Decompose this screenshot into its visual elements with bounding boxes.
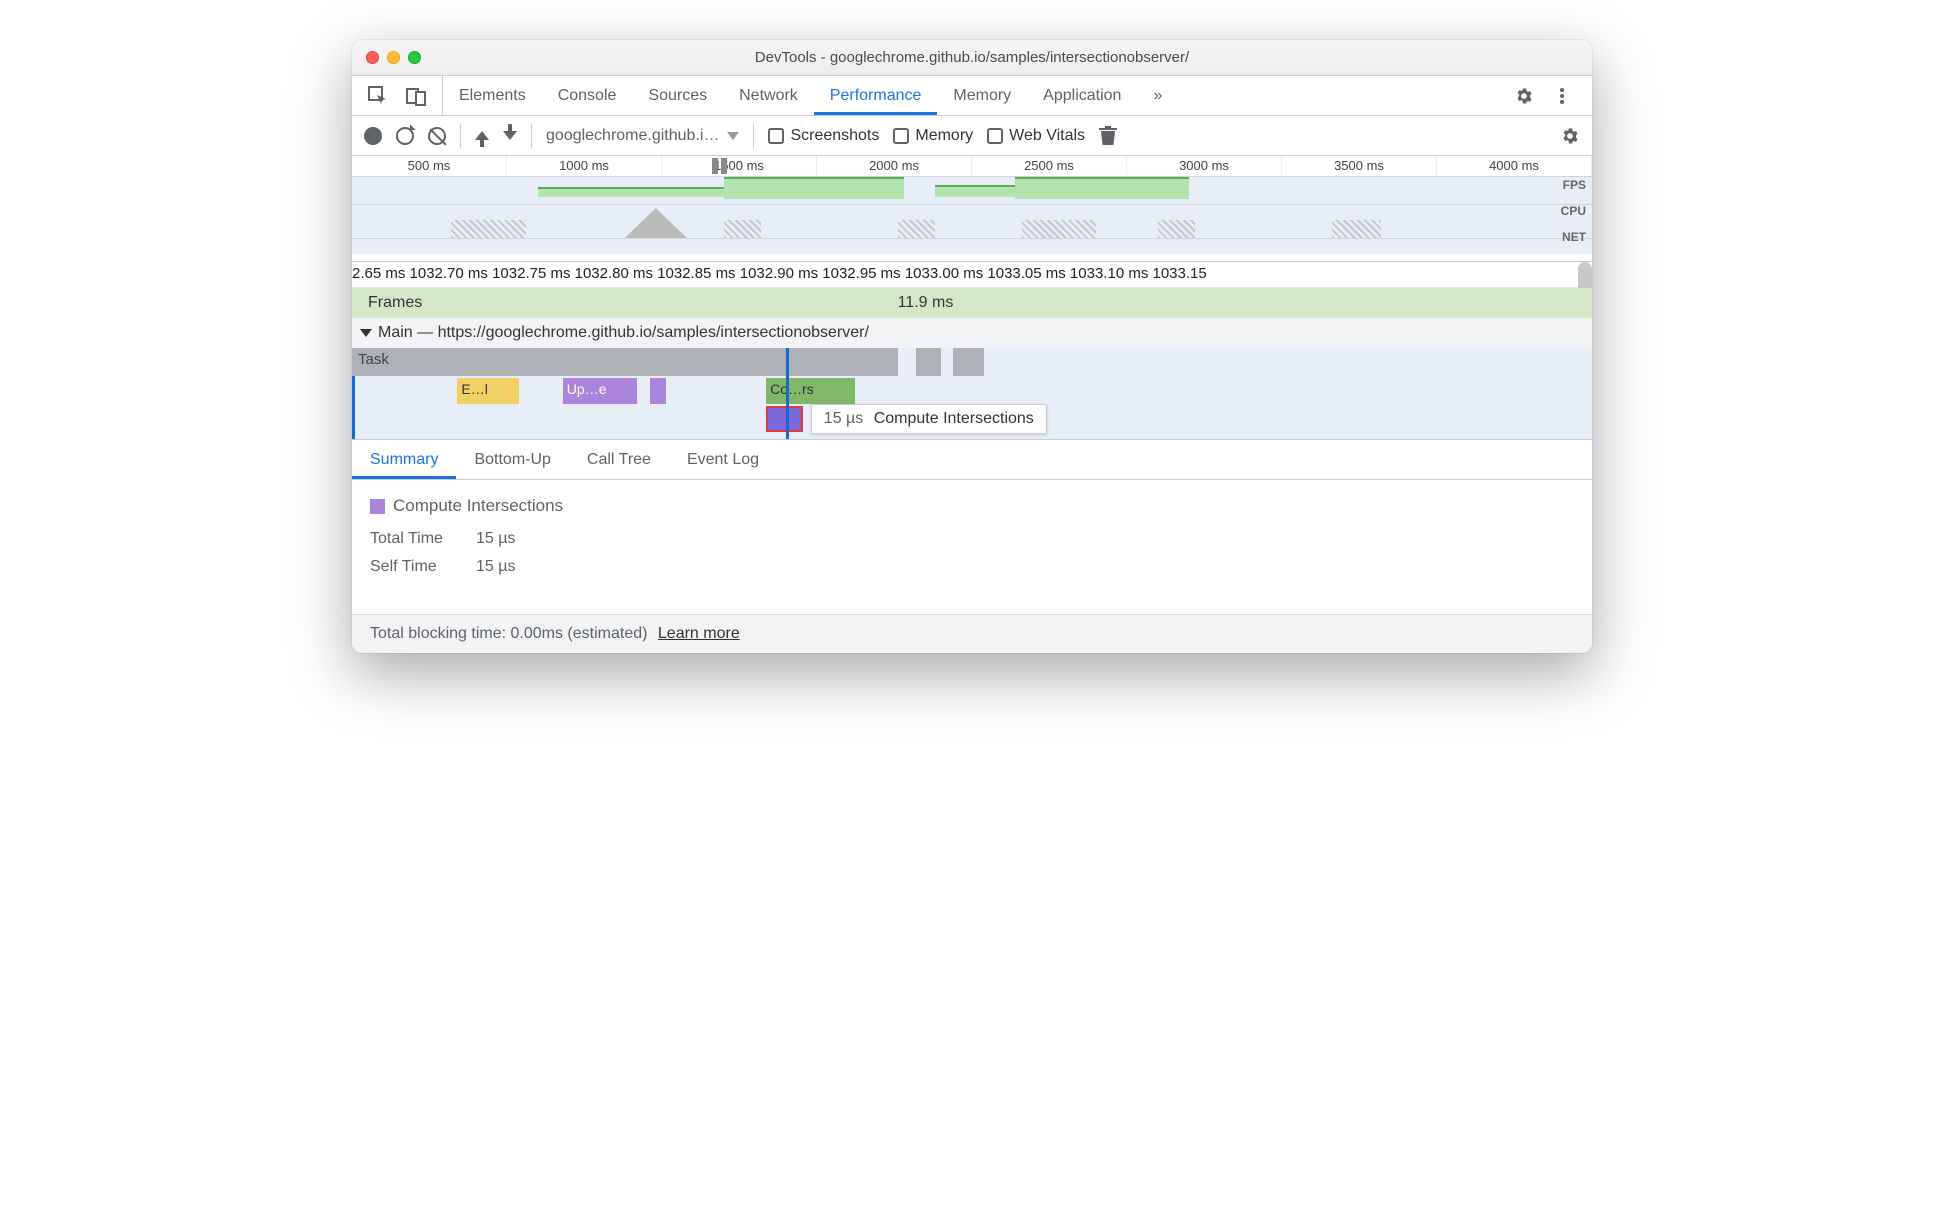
summary-value: 15 µs bbox=[476, 558, 515, 576]
overview-tick: 4000 ms bbox=[1437, 156, 1592, 176]
main-thread-label: Main — https://googlechrome.github.io/sa… bbox=[378, 324, 869, 342]
inspect-element-icon[interactable] bbox=[368, 86, 388, 106]
net-overview bbox=[352, 238, 1592, 254]
tab-event-log[interactable]: Event Log bbox=[669, 440, 777, 479]
frames-track[interactable]: Frames 11.9 ms bbox=[352, 288, 1592, 318]
flame-event-selected[interactable] bbox=[766, 406, 803, 432]
load-profile-button[interactable] bbox=[475, 131, 489, 140]
flame-event[interactable]: Co…rs bbox=[766, 378, 855, 404]
tab-bottom-up[interactable]: Bottom-Up bbox=[456, 440, 568, 479]
tab-sources[interactable]: Sources bbox=[632, 76, 723, 115]
main-tabs-row: Elements Console Sources Network Perform… bbox=[352, 76, 1592, 116]
flame-event[interactable]: Up…e bbox=[563, 378, 637, 404]
overview-tick: 2000 ms bbox=[817, 156, 972, 176]
overview-tick: 1500 ms bbox=[662, 156, 817, 176]
learn-more-link[interactable]: Learn more bbox=[658, 625, 740, 642]
overview-selection-handles[interactable] bbox=[712, 158, 727, 174]
save-profile-button[interactable] bbox=[503, 131, 517, 140]
net-label: NET bbox=[1561, 230, 1586, 256]
devtools-window: DevTools - googlechrome.github.io/sample… bbox=[352, 40, 1592, 653]
device-toolbar-icon[interactable] bbox=[406, 86, 426, 106]
overview-tick: 500 ms bbox=[352, 156, 507, 176]
overview-tick: 2500 ms bbox=[972, 156, 1127, 176]
summary-pane: Compute Intersections Total Time 15 µs S… bbox=[352, 480, 1592, 614]
webvitals-checkbox[interactable]: Web Vitals bbox=[987, 127, 1085, 145]
garbage-collect-button[interactable] bbox=[1099, 126, 1117, 146]
flame-event-task[interactable] bbox=[916, 348, 941, 376]
summary-row: Total Time 15 µs bbox=[370, 530, 1574, 548]
more-icon[interactable] bbox=[1552, 86, 1572, 106]
recording-dropdown[interactable]: googlechrome.github.i… bbox=[546, 127, 739, 145]
detail-ruler[interactable]: 2.65 ms 1032.70 ms 1032.75 ms 1032.80 ms… bbox=[352, 262, 1592, 288]
tabs-overflow[interactable]: » bbox=[1137, 76, 1178, 115]
time-cursor[interactable] bbox=[786, 348, 789, 439]
summary-value: 15 µs bbox=[476, 530, 515, 548]
tab-performance[interactable]: Performance bbox=[814, 76, 938, 115]
disclosure-triangle-icon bbox=[360, 329, 372, 337]
overview-tick: 3000 ms bbox=[1127, 156, 1282, 176]
flame-event[interactable] bbox=[650, 378, 666, 404]
flame-event[interactable]: E…l bbox=[457, 378, 519, 404]
memory-label: Memory bbox=[915, 127, 973, 145]
blocking-time-text: Total blocking time: 0.00ms (estimated) bbox=[370, 625, 647, 642]
screenshots-label: Screenshots bbox=[790, 127, 879, 145]
summary-label: Total Time bbox=[370, 530, 460, 548]
tab-summary[interactable]: Summary bbox=[352, 440, 456, 479]
summary-event-name: Compute Intersections bbox=[393, 496, 563, 516]
cpu-overview bbox=[352, 204, 1592, 238]
tab-application[interactable]: Application bbox=[1027, 76, 1137, 115]
tab-elements[interactable]: Elements bbox=[443, 76, 542, 115]
detail-ruler-text: 2.65 ms 1032.70 ms 1032.75 ms 1032.80 ms… bbox=[352, 262, 1211, 287]
tab-console[interactable]: Console bbox=[542, 76, 633, 115]
overview-tick: 1000 ms bbox=[507, 156, 662, 176]
flame-chart[interactable]: Frames 11.9 ms Main — https://googlechro… bbox=[352, 288, 1592, 440]
flame-event-task[interactable] bbox=[953, 348, 984, 376]
titlebar: DevTools - googlechrome.github.io/sample… bbox=[352, 40, 1592, 76]
overview-tick: 3500 ms bbox=[1282, 156, 1437, 176]
flame-event-task[interactable]: Task bbox=[352, 348, 898, 376]
record-button[interactable] bbox=[364, 127, 382, 145]
tab-memory[interactable]: Memory bbox=[937, 76, 1027, 115]
tooltip-name: Compute Intersections bbox=[874, 410, 1034, 427]
tooltip-time: 15 µs bbox=[824, 410, 863, 427]
cpu-label: CPU bbox=[1561, 204, 1586, 230]
settings-icon[interactable] bbox=[1514, 86, 1534, 106]
capture-settings-icon[interactable] bbox=[1560, 126, 1580, 146]
frames-label: Frames bbox=[352, 294, 898, 312]
summary-label: Self Time bbox=[370, 558, 460, 576]
webvitals-label: Web Vitals bbox=[1009, 127, 1085, 145]
reload-button[interactable] bbox=[396, 127, 414, 145]
overview-side-labels: FPS CPU NET bbox=[1561, 178, 1586, 256]
overview-ruler: 500 ms 1000 ms 1500 ms 2000 ms 2500 ms 3… bbox=[352, 156, 1592, 176]
flame-tasks[interactable]: Task E…l Up…e Co…rs 15 µs Compute Inters… bbox=[352, 348, 1592, 440]
main-thread-header[interactable]: Main — https://googlechrome.github.io/sa… bbox=[352, 318, 1592, 348]
main-tabs: Elements Console Sources Network Perform… bbox=[443, 76, 1504, 115]
category-swatch bbox=[370, 499, 385, 514]
flame-tooltip: 15 µs Compute Intersections bbox=[811, 404, 1047, 434]
tab-network[interactable]: Network bbox=[723, 76, 814, 115]
frames-value: 11.9 ms bbox=[898, 294, 954, 312]
footer: Total blocking time: 0.00ms (estimated) … bbox=[352, 614, 1592, 653]
chevron-down-icon bbox=[727, 132, 739, 140]
overview-pane[interactable]: 500 ms 1000 ms 1500 ms 2000 ms 2500 ms 3… bbox=[352, 156, 1592, 262]
screenshots-checkbox[interactable]: Screenshots bbox=[768, 127, 879, 145]
recording-dropdown-label: googlechrome.github.i… bbox=[546, 127, 719, 145]
clear-button[interactable] bbox=[428, 127, 446, 145]
fps-overview bbox=[352, 176, 1592, 204]
details-tabs: Summary Bottom-Up Call Tree Event Log bbox=[352, 440, 1592, 480]
fps-label: FPS bbox=[1561, 178, 1586, 204]
tab-call-tree[interactable]: Call Tree bbox=[569, 440, 669, 479]
memory-checkbox[interactable]: Memory bbox=[893, 127, 973, 145]
summary-row: Self Time 15 µs bbox=[370, 558, 1574, 576]
window-title: DevTools - googlechrome.github.io/sample… bbox=[352, 49, 1592, 66]
performance-toolbar: googlechrome.github.i… Screenshots Memor… bbox=[352, 116, 1592, 156]
